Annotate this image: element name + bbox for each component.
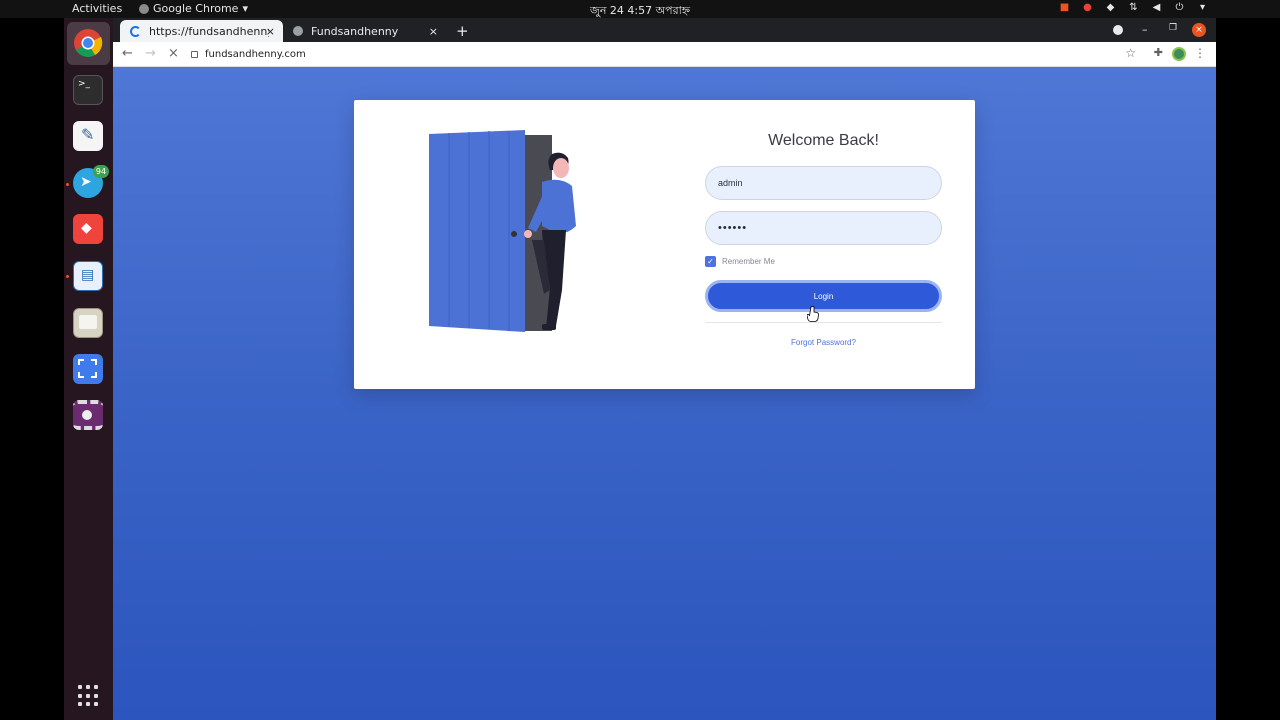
globe-icon [293,26,303,36]
dock: >_ ✎ ➤ 94 ◆ ▤ [64,18,113,720]
show-applications-icon[interactable] [78,685,100,707]
power-icon[interactable]: ⏻ [1174,2,1185,13]
hand-cursor-icon [807,306,819,322]
running-indicator [66,183,69,186]
files-icon[interactable] [73,308,103,338]
dropbox-icon[interactable]: ◆ [1105,2,1116,13]
maximize-button[interactable]: ❐ [1169,23,1177,33]
document-icon: ▤ [81,267,95,283]
system-tray: ■ ● ◆ ⇅ ◀ ⏻ ▾ [1059,2,1208,13]
new-tab-button[interactable]: + [456,22,469,40]
screenshot-icon[interactable] [73,354,103,384]
text-editor-icon[interactable]: ✎ [73,121,103,151]
window-close-button[interactable]: × [1192,23,1206,37]
forgot-password-link[interactable]: Forgot Password? [705,338,942,347]
stop-loading-button[interactable]: × [168,46,179,61]
remember-me-label: Remember Me [722,257,775,266]
tab-strip: https://fundsandhenny.c × Fundsandhenny … [113,18,1216,42]
volume-icon[interactable]: ◀ [1151,2,1162,13]
screen-record-icon[interactable]: ■ [1059,2,1070,13]
login-form: Welcome Back! admin •••••• ✓ Remember Me… [705,132,942,347]
network-icon[interactable]: ⇅ [1128,2,1139,13]
door-person-illustration [429,130,576,332]
url-text: fundsandhenny.com [205,48,306,60]
video-player-icon[interactable] [73,400,103,430]
chrome-window: https://fundsandhenny.c × Fundsandhenny … [113,18,1216,720]
remember-me-checkbox[interactable]: ✓ [705,256,716,267]
form-divider [705,322,942,323]
forward-button[interactable]: → [145,46,156,61]
chrome-tray-icon[interactable]: ● [1082,2,1093,13]
login-card: Welcome Back! admin •••••• ✓ Remember Me… [354,100,975,389]
tab-fundsandhenny-login[interactable]: https://fundsandhenny.c × [120,20,283,42]
page-title: Welcome Back! [768,132,879,149]
folder-icon [79,315,97,329]
camera-lens-icon [82,410,92,420]
selection-icon [78,359,97,378]
tab-title: https://fundsandhenny.c [149,24,269,38]
running-indicator [66,275,69,278]
anydesk-icon[interactable]: ◆ [73,214,103,244]
tab-search-icon[interactable] [1113,25,1123,35]
tab-close-icon[interactable]: × [429,25,438,38]
bookmark-star-icon[interactable]: ☆ [1125,46,1136,60]
chrome-icon[interactable] [73,28,103,58]
desktop-screen: Activities Google Chrome ▾ জুন 24 4:57 অ… [0,0,1280,720]
remember-me-row[interactable]: ✓ Remember Me [705,256,942,267]
diamond-icon: ◆ [81,220,92,236]
tab-close-icon[interactable]: × [266,25,275,38]
letterbox-left [0,18,64,720]
terminal-prompt-glyph: >_ [78,79,91,89]
pencil-icon: ✎ [81,125,95,144]
password-input[interactable]: •••••• [705,211,942,245]
profile-avatar[interactable] [1172,47,1186,61]
extensions-icon[interactable]: ✚ [1154,46,1163,59]
login-button[interactable]: Login [705,280,942,312]
libreoffice-writer-icon[interactable]: ▤ [73,261,103,291]
browser-toolbar: ← → × fundsandhenny.com ☆ ✚ ⋮ [113,42,1216,67]
loading-spinner-icon [130,25,141,37]
tab-title: Fundsandhenny [311,24,399,38]
terminal-icon[interactable]: >_ [73,75,103,105]
system-top-bar: Activities Google Chrome ▾ জুন 24 4:57 অ… [0,0,1280,18]
paper-plane-icon: ➤ [80,174,92,190]
page-viewport: Welcome Back! admin •••••• ✓ Remember Me… [113,67,1216,720]
back-button[interactable]: ← [122,46,133,61]
tab-fundsandhenny[interactable]: Fundsandhenny × [283,20,446,42]
telegram-unread-badge: 94 [93,165,109,178]
chevron-down-icon[interactable]: ▾ [1197,2,1208,13]
address-bar[interactable]: fundsandhenny.com [191,44,306,64]
chrome-menu-icon[interactable]: ⋮ [1194,46,1206,60]
minimize-button[interactable]: – [1142,23,1148,36]
username-input[interactable]: admin [705,166,942,200]
lock-icon [191,50,198,58]
letterbox-right [1216,18,1280,720]
